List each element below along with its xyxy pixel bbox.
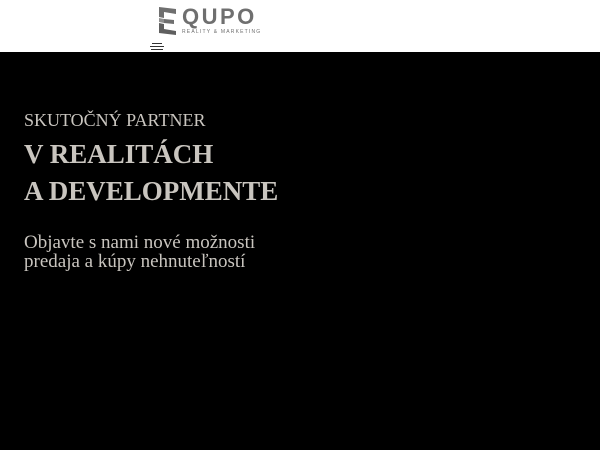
- hero-headline: V REALITÁCH A DEVELOPMENTE: [24, 136, 444, 210]
- hero-section: SKUTOČNÝ PARTNER V REALITÁCH A DEVELOPME…: [24, 108, 444, 271]
- brand-logo[interactable]: QUPO REALITY & MARKETING: [157, 4, 272, 37]
- hamburger-menu-icon[interactable]: [150, 43, 164, 52]
- stacked-e-logo-icon: [159, 7, 176, 35]
- brand-name: QUPO: [182, 4, 257, 29]
- hero-headline-line-1: V REALITÁCH: [24, 139, 214, 169]
- hero-headline-line-2: A DEVELOPMENTE: [24, 176, 279, 206]
- site-header: QUPO REALITY & MARKETING: [0, 0, 600, 52]
- brand-subtitle: REALITY & MARKETING: [182, 29, 262, 35]
- hero-kicker: SKUTOČNÝ PARTNER: [24, 110, 206, 130]
- hero-lead: Objavte s nami nové možnosti predaja a k…: [24, 232, 256, 272]
